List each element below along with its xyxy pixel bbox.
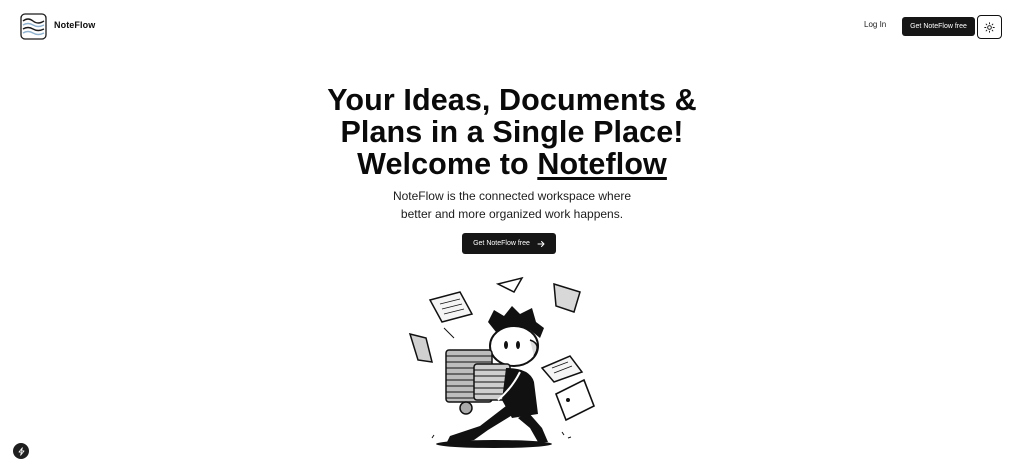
person-carrying-documents-illustration <box>408 276 596 448</box>
hero-section: Your Ideas, Documents & Plans in a Singl… <box>0 84 1024 223</box>
hero-title-line-2: Plans in a Single Place! <box>340 115 684 149</box>
hero-title: Your Ideas, Documents & Plans in a Singl… <box>0 84 1024 180</box>
arrow-right-icon <box>537 240 545 247</box>
waves-logo-icon[interactable] <box>20 13 47 40</box>
get-noteflow-free-button[interactable]: Get NoteFlow free <box>902 17 975 36</box>
hero-subtitle-line-1: NoteFlow is the connected workspace wher… <box>392 189 632 203</box>
hero-subtitle-line-2: better and more organized work happens. <box>400 206 624 221</box>
hero-title-prefix: Welcome to <box>357 147 538 181</box>
lightning-icon <box>18 446 24 456</box>
hero-get-noteflow-free-button[interactable]: Get NoteFlow free <box>462 233 556 254</box>
sun-icon <box>984 21 995 33</box>
login-link[interactable]: Log In <box>864 20 886 29</box>
hero-title-line-3: Welcome to Noteflow <box>0 148 1024 180</box>
brand-name: NoteFlow <box>54 20 96 30</box>
hero-cta-label: Get NoteFlow free <box>473 240 530 247</box>
hero-title-line-1: Your Ideas, Documents & <box>327 83 697 117</box>
hero-title-brand: Noteflow <box>537 147 667 181</box>
hero-subtitle: NoteFlow is the connected workspace wher… <box>0 188 1024 223</box>
top-navbar: NoteFlow Log In Get NoteFlow free <box>0 0 1024 54</box>
theme-toggle-button[interactable] <box>977 15 1002 39</box>
dev-tools-indicator[interactable] <box>13 443 29 459</box>
